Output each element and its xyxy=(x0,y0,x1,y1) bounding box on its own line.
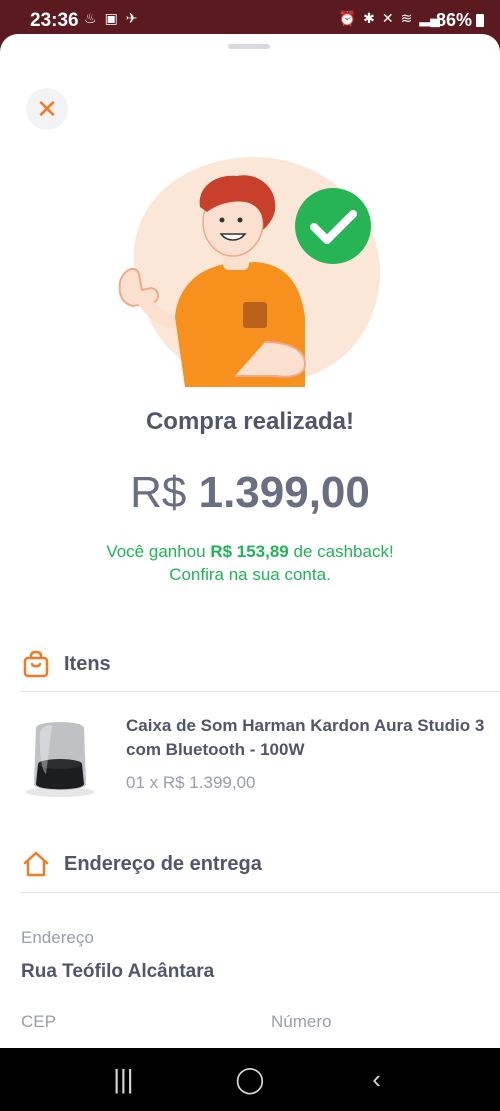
number-label: Número xyxy=(271,1012,332,1031)
battery-icon xyxy=(476,14,484,27)
activity-icon: ✈ xyxy=(125,10,138,26)
bluetooth-icon: ✱ xyxy=(363,10,375,26)
delivery-section-title: Endereço de entrega xyxy=(64,852,262,875)
product-thumbnail[interactable] xyxy=(22,714,98,798)
home-button[interactable]: ◯ xyxy=(220,1064,280,1095)
cashback-line-2: Confira na sua conta. xyxy=(169,565,331,584)
items-divider xyxy=(20,691,500,692)
product-quantity-price: 01 x R$ 1.399,00 xyxy=(126,773,256,792)
success-illustration xyxy=(118,157,381,387)
amount-currency: R$ xyxy=(130,468,187,517)
battery-indicator: 86% xyxy=(436,10,484,31)
check-badge xyxy=(295,188,371,264)
eye-right xyxy=(237,217,243,223)
cashback-message: Você ganhou R$ 153,89 de cashback! Confi… xyxy=(0,540,500,586)
cashback-value: R$ 153,89 xyxy=(210,542,289,561)
alarm-icon: ⏰ xyxy=(338,10,357,26)
sheet-drag-handle[interactable] xyxy=(228,44,270,49)
close-button[interactable]: ✕ xyxy=(26,88,68,130)
items-section-title: Itens xyxy=(64,652,111,675)
delivery-divider xyxy=(20,892,500,893)
address-value: Rua Teófilo Alcântara xyxy=(21,961,215,982)
cashback-prefix: Você ganhou xyxy=(106,542,211,561)
shirt-pocket xyxy=(243,302,267,328)
delivery-section-header: Endereço de entrega xyxy=(22,850,262,878)
status-time: 23:36 xyxy=(30,10,79,31)
cep-label: CEP xyxy=(21,1012,56,1031)
status-right-icons: ⏰ ✱ ✕ ≋ ▂▄ xyxy=(339,10,440,27)
shopping-bag-icon xyxy=(23,650,49,678)
notification-icon: ♨ xyxy=(84,10,97,26)
status-left-icons: ♨ ▣ ✈ xyxy=(84,10,138,27)
cashback-suffix: de cashback! xyxy=(288,542,394,561)
wifi-icon: ≋ xyxy=(400,10,413,26)
address-label: Endereço xyxy=(21,928,94,947)
home-icon xyxy=(23,851,49,877)
mute-icon: ✕ xyxy=(381,10,394,26)
amount-value: 1.399,00 xyxy=(198,468,370,517)
cashback-line-1: Você ganhou R$ 153,89 de cashback! xyxy=(0,540,500,563)
close-icon: ✕ xyxy=(36,93,58,124)
back-button[interactable]: ‹ xyxy=(347,1064,407,1095)
items-section-header: Itens xyxy=(22,650,111,678)
purchase-confirmation-sheet: ✕ Compra realizada! R$ 1.399,00 Você gan… xyxy=(0,34,500,1048)
recents-button[interactable]: ||| xyxy=(93,1064,153,1095)
system-navigation-bar: ||| ◯ ‹ xyxy=(0,1048,500,1111)
eye-left xyxy=(219,217,225,223)
image-icon: ▣ xyxy=(104,10,118,26)
confirmation-title: Compra realizada! xyxy=(145,408,355,435)
battery-percent: 86% xyxy=(435,10,472,30)
product-name[interactable]: Caixa de Som Harman Kardon Aura Studio 3… xyxy=(126,714,486,762)
purchase-amount: R$ 1.399,00 xyxy=(0,468,500,518)
